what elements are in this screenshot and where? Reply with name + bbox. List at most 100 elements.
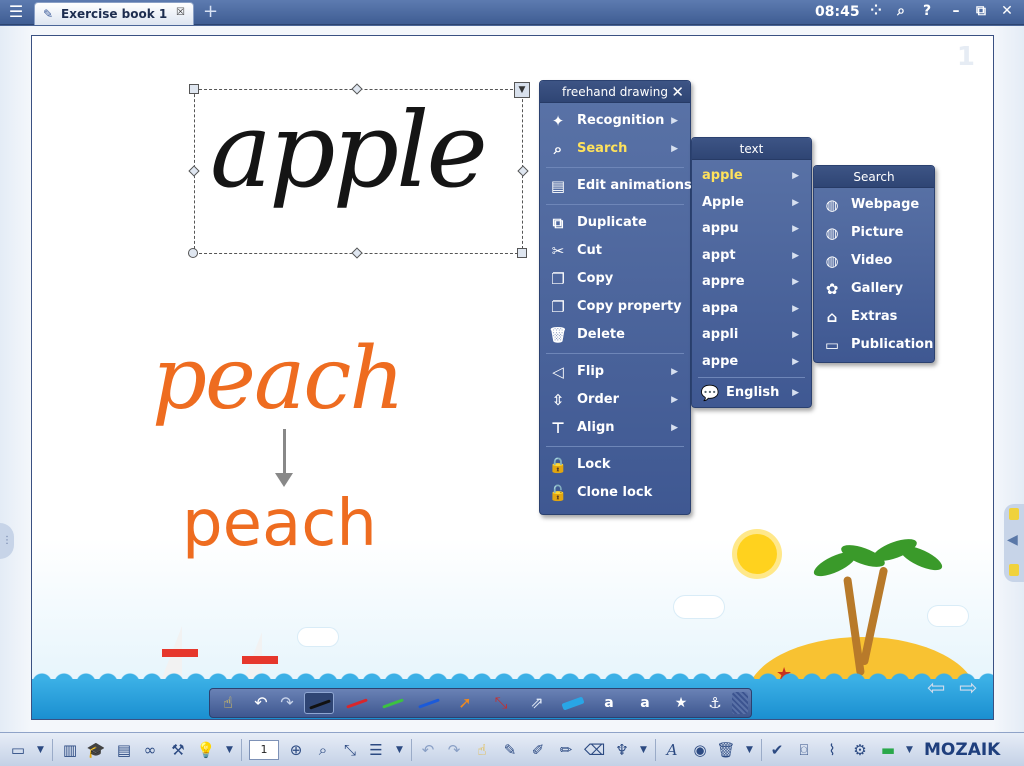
menu-item-duplicate[interactable]: ⧉ Duplicate — [540, 209, 690, 237]
record-icon[interactable]: ◉ — [690, 741, 710, 759]
menu-item-copy-property[interactable]: ❐ Copy property — [540, 293, 690, 321]
suggestion-appu[interactable]: appu ▶ — [692, 216, 811, 243]
add-page-icon[interactable]: ⊕ — [286, 741, 306, 759]
hamburger-menu-icon[interactable]: ☰ — [4, 3, 28, 22]
hand-pointer-icon[interactable]: ☝ — [213, 692, 243, 714]
language-selector[interactable]: 💬 English ▶ — [692, 380, 811, 406]
close-button[interactable]: ✕ — [997, 3, 1017, 19]
tab-close-icon[interactable]: ☒ — [176, 7, 185, 18]
suggestion-apple[interactable]: apple ▶ — [692, 163, 811, 190]
toolbar-grip[interactable] — [732, 692, 748, 714]
recognized-text-peach[interactable]: peach — [182, 492, 377, 556]
chevron-down-icon[interactable]: ▼ — [640, 745, 647, 755]
search-extras[interactable]: ⌂ Extras — [814, 303, 934, 331]
eraser-icon[interactable]: ⌫ — [584, 741, 605, 759]
menu-item-align[interactable]: ⊤ Align ▶ — [540, 414, 690, 442]
grid-icon[interactable]: ⁘ — [866, 3, 886, 19]
pages-icon[interactable]: ▥ — [60, 741, 80, 759]
highlighter-icon[interactable]: ✐ — [528, 741, 548, 759]
chevron-down-icon[interactable]: ▼ — [396, 745, 403, 755]
double-arrow-button[interactable]: ⤡ — [486, 692, 516, 714]
suggestion-appa[interactable]: appa ▶ — [692, 296, 811, 323]
highlighter-blue-button[interactable] — [558, 692, 588, 714]
resize-handle[interactable] — [189, 84, 199, 94]
page-number-input[interactable]: 1 — [249, 740, 279, 760]
menu-item-delete[interactable]: 🗑 Delete — [540, 321, 690, 349]
text-tool-icon[interactable]: A — [662, 741, 682, 759]
search-gallery[interactable]: ✿ Gallery — [814, 275, 934, 303]
lightbulb-icon[interactable]: 💡 — [196, 741, 216, 759]
suggestion-appt[interactable]: appt ▶ — [692, 243, 811, 270]
undo-icon[interactable]: ↶ — [418, 741, 438, 759]
gear-icon[interactable]: ⚙ — [850, 741, 870, 759]
trash-icon[interactable]: 🗑 — [716, 741, 736, 759]
suggestion-appe[interactable]: appe ▶ — [692, 349, 811, 376]
next-page-icon[interactable]: ⇨ — [959, 676, 977, 701]
hand-icon[interactable]: ☝ — [472, 741, 492, 759]
text-blue-button[interactable]: a — [630, 692, 660, 714]
notebook-icon[interactable]: ▤ — [114, 741, 134, 759]
whiteboard-canvas[interactable]: 1 ★ ▼ apple peach peach ⇦ ⇨ — [31, 35, 994, 720]
restore-button[interactable]: ⧉ — [971, 3, 991, 19]
hollow-arrow-button[interactable]: ⇗ — [522, 692, 552, 714]
search-picture[interactable]: ◍ Picture — [814, 219, 934, 247]
minimize-button[interactable]: – — [946, 3, 966, 19]
check-shape-icon[interactable]: ✔ — [767, 741, 787, 759]
menu-item-order[interactable]: ⇳ Order ▶ — [540, 386, 690, 414]
redo-icon[interactable]: ↷ — [444, 741, 464, 759]
menu-item-clone-lock[interactable]: 🔓 Clone lock — [540, 479, 690, 507]
pin-icon[interactable]: ⚓ — [700, 692, 730, 714]
text-yellow-button[interactable]: a — [594, 692, 624, 714]
help-button[interactable]: ? — [917, 3, 937, 19]
suggestion-appre[interactable]: appre ▶ — [692, 269, 811, 296]
paperclip-icon[interactable]: ⌇ — [822, 741, 842, 759]
binoculars-icon[interactable]: ∞ — [140, 741, 160, 759]
search-icon[interactable]: ⌕ — [891, 3, 911, 19]
arrow-orange-button[interactable]: ➚ — [450, 692, 480, 714]
chevron-down-icon[interactable]: ▼ — [226, 745, 233, 755]
chevron-down-icon[interactable]: ▼ — [746, 745, 753, 755]
search-publication[interactable]: ▭ Publication — [814, 331, 934, 359]
previous-page-icon[interactable]: ⇦ — [927, 676, 945, 701]
resize-handle[interactable] — [517, 248, 527, 258]
screen-icon[interactable]: ▬ — [878, 741, 898, 759]
right-panel-handle[interactable]: ◀ — [1004, 504, 1024, 582]
rotate-handle[interactable] — [188, 248, 198, 258]
menu-item-recognition[interactable]: ✦ Recognition ▶ — [540, 107, 690, 135]
page-list-icon[interactable]: ☰ — [366, 741, 386, 759]
object-menu-dropdown-icon[interactable]: ▼ — [514, 82, 530, 98]
handwriting-peach[interactable]: peach — [152, 336, 405, 422]
brushes-icon[interactable]: ♆ — [612, 741, 632, 759]
menu-item-cut[interactable]: ✂ Cut — [540, 237, 690, 265]
book-icon[interactable]: ▭ — [8, 741, 28, 759]
tools-icon[interactable]: ⚒ — [168, 741, 188, 759]
add-tab-button[interactable]: + — [203, 1, 218, 22]
close-icon[interactable]: ✕ — [671, 81, 684, 103]
pen-green-button[interactable] — [378, 692, 408, 714]
suggestion-apple-capital[interactable]: Apple ▶ — [692, 190, 811, 217]
menu-item-search[interactable]: ⌕ Search ▶ — [540, 135, 690, 163]
crop-icon[interactable]: ⤡ — [340, 741, 360, 759]
zoom-icon[interactable]: ⌕ — [313, 741, 333, 759]
stamp-star-button[interactable]: ★ — [666, 692, 696, 714]
tab-exercise-book[interactable]: ✎ Exercise book 1 ☒ — [34, 2, 194, 25]
chevron-down-icon[interactable]: ▼ — [37, 745, 44, 755]
pen-icon[interactable]: ✎ — [500, 741, 520, 759]
handwriting-apple[interactable]: apple — [210, 98, 488, 202]
menu-item-copy[interactable]: ❐ Copy — [540, 265, 690, 293]
pen-blue-button[interactable] — [414, 692, 444, 714]
redo-icon[interactable]: ↷ — [272, 692, 302, 714]
left-panel-handle[interactable]: ⋮ — [0, 523, 14, 559]
menu-item-flip[interactable]: ◁ Flip ▶ — [540, 358, 690, 386]
marker-icon[interactable]: ✏ — [556, 741, 576, 759]
menu-item-lock[interactable]: 🔒 Lock — [540, 451, 690, 479]
graduation-cap-icon[interactable]: 🎓 — [86, 741, 106, 759]
menu-item-edit-animations[interactable]: ▤ Edit animations — [540, 172, 692, 200]
camera-icon[interactable]: ⌼ — [794, 741, 814, 759]
search-webpage[interactable]: ◍ Webpage — [814, 191, 934, 219]
pen-red-button[interactable] — [342, 692, 372, 714]
search-video[interactable]: ◍ Video — [814, 247, 934, 275]
pen-black-button[interactable] — [304, 692, 334, 714]
suggestion-appli[interactable]: appli ▶ — [692, 322, 811, 349]
chevron-down-icon[interactable]: ▼ — [906, 745, 913, 755]
